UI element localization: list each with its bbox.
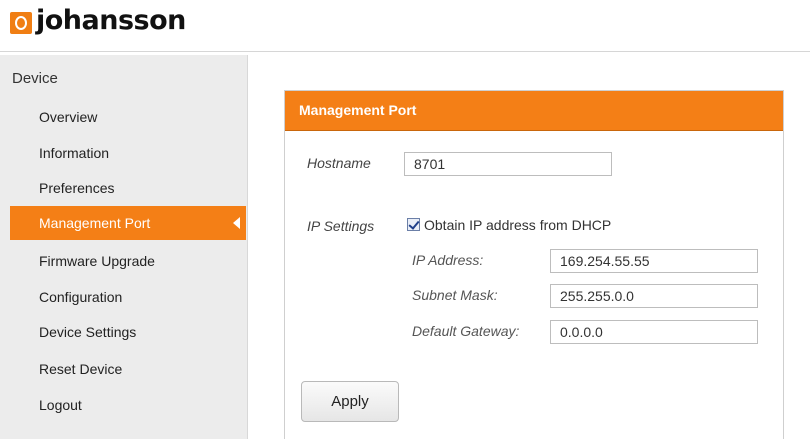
ip-address-label: IP Address: [412,252,484,268]
sidebar-item-label: Logout [39,397,82,413]
sidebar-item-logout[interactable]: Logout [10,388,246,422]
sidebar-item-label: Management Port [39,215,151,231]
ip-address-input[interactable] [550,249,758,273]
sidebar-item-preferences[interactable]: Preferences [10,171,246,205]
sidebar-item-device-settings[interactable]: Device Settings [10,315,246,349]
subnet-mask-label: Subnet Mask: [412,287,498,303]
subnet-mask-input[interactable] [550,284,758,308]
sidebar-item-management-port[interactable]: Management Port [10,206,246,240]
header-divider [0,51,810,52]
dhcp-checkbox-label: Obtain IP address from DHCP [424,217,612,233]
sidebar-section-title: Device [12,70,58,87]
sidebar-item-firmware-upgrade[interactable]: Firmware Upgrade [10,244,246,278]
default-gateway-label: Default Gateway: [412,323,520,339]
sidebar-item-label: Reset Device [39,361,123,377]
sidebar-item-information[interactable]: Information [10,136,246,170]
hostname-label: Hostname [307,155,371,171]
sidebar-item-label: Preferences [39,180,115,196]
sidebar-item-label: Configuration [39,289,123,305]
panel-title: Management Port [299,102,417,118]
apply-button[interactable]: Apply [301,381,399,422]
brand-name: johansson [36,5,186,36]
panel-header: Management Port [285,91,783,131]
sidebar-item-label: Firmware Upgrade [39,253,155,269]
app-header: johansson [0,0,810,52]
management-port-panel: Management Port Hostname IP Settings Obt… [284,90,784,439]
checkmark-icon [408,218,420,230]
sidebar: Device Overview Information Preferences … [0,55,248,439]
sidebar-item-reset-device[interactable]: Reset Device [10,352,246,386]
sidebar-item-label: Overview [39,109,98,125]
hostname-input[interactable] [404,152,612,176]
johansson-logo-icon [10,12,32,34]
sidebar-item-overview[interactable]: Overview [10,100,246,134]
dhcp-checkbox[interactable] [407,218,420,231]
active-arrow-icon [233,217,240,229]
sidebar-item-label: Information [39,145,110,161]
default-gateway-input[interactable] [550,320,758,344]
sidebar-item-configuration[interactable]: Configuration [10,280,246,314]
sidebar-item-label: Device Settings [39,324,137,340]
ip-settings-label: IP Settings [307,218,375,234]
